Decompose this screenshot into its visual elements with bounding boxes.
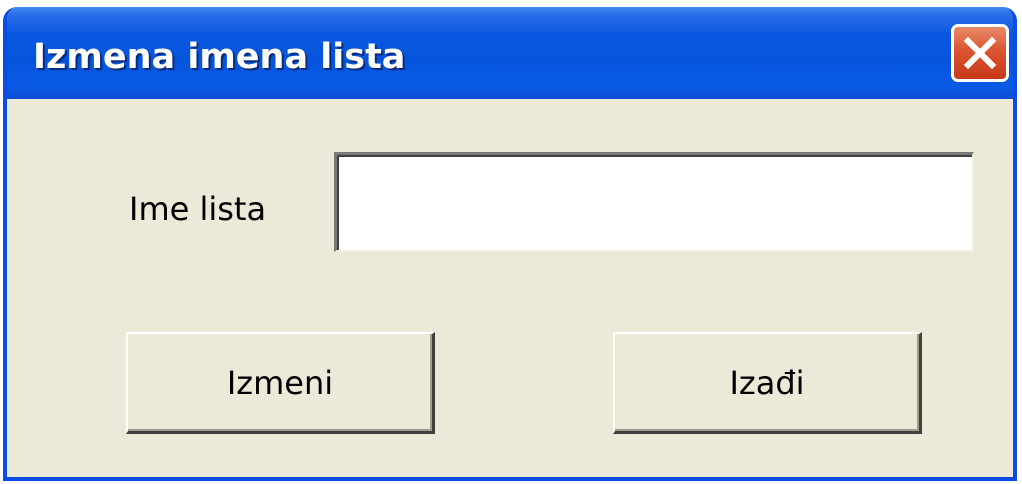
title-bar[interactable]: Izmena imena lista	[7, 7, 1013, 99]
exit-button[interactable]: Izađi	[613, 332, 922, 434]
rename-button[interactable]: Izmeni	[126, 332, 435, 434]
sheet-name-label: Ime lista	[129, 190, 267, 228]
close-icon	[963, 36, 997, 70]
rename-sheet-dialog: Izmena imena lista Ime lista Izmeni Izađ…	[3, 7, 1017, 481]
window-title: Izmena imena lista	[33, 37, 406, 77]
sheet-name-input[interactable]	[334, 152, 974, 252]
close-button[interactable]	[951, 24, 1009, 82]
